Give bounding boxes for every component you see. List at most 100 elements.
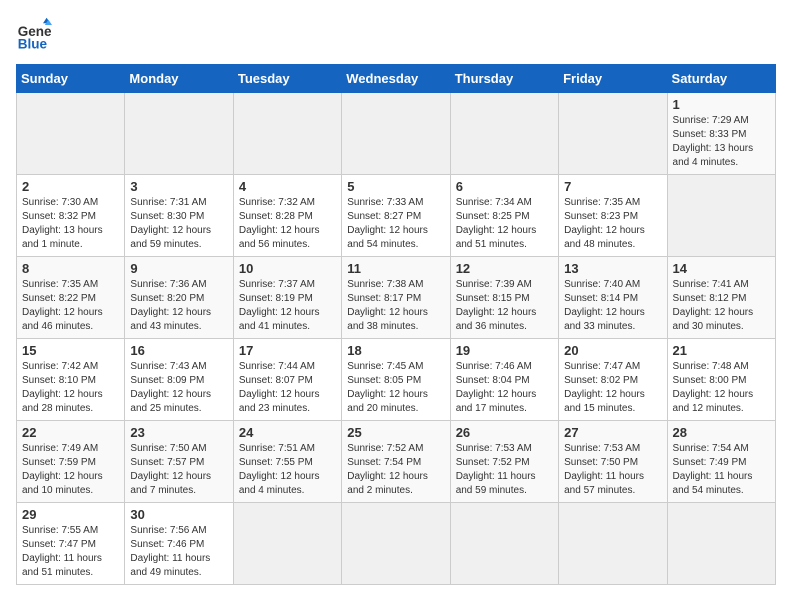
- day-detail: Sunrise: 7:52 AM Sunset: 7:54 PM Dayligh…: [347, 442, 444, 498]
- calendar-cell: 17Sunrise: 7:44 AM Sunset: 8:07 PM Dayli…: [233, 339, 341, 421]
- calendar-cell: 29 Sunrise: 7:55 AM Sunset: 7:47 PM Dayli…: [17, 503, 125, 585]
- svg-text:Blue: Blue: [18, 36, 48, 51]
- day-number: 26: [456, 425, 553, 440]
- day-number: 12: [456, 261, 553, 276]
- calendar-cell: [233, 93, 341, 175]
- day-detail: Sunrise: 7:30 AM Sunset: 8:32 PM Dayligh…: [22, 196, 119, 252]
- calendar-header: SundayMondayTuesdayWednesdayThursdayFrid…: [17, 65, 776, 93]
- day-number: 22: [22, 425, 119, 440]
- day-number: 29: [22, 507, 119, 522]
- day-number: 20: [564, 343, 661, 358]
- calendar-cell: [342, 503, 450, 585]
- day-detail: Sunrise: 7:36 AM Sunset: 8:20 PM Dayligh…: [130, 278, 227, 334]
- calendar-cell: [125, 93, 233, 175]
- day-number: 21: [673, 343, 770, 358]
- calendar-cell: 2 Sunrise: 7:30 AM Sunset: 8:32 PM Daylig…: [17, 175, 125, 257]
- calendar-cell: 23 Sunrise: 7:50 AM Sunset: 7:57 PM Dayli…: [125, 421, 233, 503]
- day-detail: Sunrise: 7:32 AM Sunset: 8:28 PM Dayligh…: [239, 196, 336, 252]
- day-number: 5: [347, 179, 444, 194]
- calendar-cell: 14Sunrise: 7:41 AM Sunset: 8:12 PM Dayli…: [667, 257, 775, 339]
- day-detail: Sunrise: 7:56 AM Sunset: 7:46 PM Dayligh…: [130, 524, 227, 580]
- day-number: 30: [130, 507, 227, 522]
- calendar-cell: 26 Sunrise: 7:53 AM Sunset: 7:52 PM Dayli…: [450, 421, 558, 503]
- col-header-saturday: Saturday: [667, 65, 775, 93]
- calendar-cell: [17, 93, 125, 175]
- day-number: 2: [22, 179, 119, 194]
- day-detail: Sunrise: 7:48 AM Sunset: 8:00 PM Dayligh…: [673, 360, 770, 416]
- calendar-cell: 10 Sunrise: 7:37 AM Sunset: 8:19 PM Dayli…: [233, 257, 341, 339]
- calendar-cell: [450, 93, 558, 175]
- day-detail: Sunrise: 7:33 AM Sunset: 8:27 PM Dayligh…: [347, 196, 444, 252]
- calendar-cell: 30 Sunrise: 7:56 AM Sunset: 7:46 PM Dayli…: [125, 503, 233, 585]
- calendar-cell: 6Sunrise: 7:34 AM Sunset: 8:25 PM Daylig…: [450, 175, 558, 257]
- calendar-cell: 24 Sunrise: 7:51 AM Sunset: 7:55 PM Dayli…: [233, 421, 341, 503]
- calendar-cell: 25 Sunrise: 7:52 AM Sunset: 7:54 PM Dayli…: [342, 421, 450, 503]
- day-detail: Sunrise: 7:39 AM Sunset: 8:15 PM Dayligh…: [456, 278, 553, 334]
- calendar-cell: [667, 503, 775, 585]
- day-detail: Sunrise: 7:53 AM Sunset: 7:50 PM Dayligh…: [564, 442, 661, 498]
- calendar-cell: 9 Sunrise: 7:36 AM Sunset: 8:20 PM Daylig…: [125, 257, 233, 339]
- col-header-monday: Monday: [125, 65, 233, 93]
- calendar-week-5: 29 Sunrise: 7:55 AM Sunset: 7:47 PM Dayli…: [17, 503, 776, 585]
- calendar-week-1: 2 Sunrise: 7:30 AM Sunset: 8:32 PM Daylig…: [17, 175, 776, 257]
- calendar-cell: [233, 503, 341, 585]
- calendar-cell: 13Sunrise: 7:40 AM Sunset: 8:14 PM Dayli…: [559, 257, 667, 339]
- day-number: 6: [456, 179, 553, 194]
- calendar-cell: 18 Sunrise: 7:45 AM Sunset: 8:05 PM Dayli…: [342, 339, 450, 421]
- calendar-cell: 20Sunrise: 7:47 AM Sunset: 8:02 PM Dayli…: [559, 339, 667, 421]
- calendar-cell: [667, 175, 775, 257]
- logo-icon: General Blue: [16, 16, 52, 52]
- calendar-cell: 7Sunrise: 7:35 AM Sunset: 8:23 PM Daylig…: [559, 175, 667, 257]
- day-detail: Sunrise: 7:53 AM Sunset: 7:52 PM Dayligh…: [456, 442, 553, 498]
- calendar-cell: 5 Sunrise: 7:33 AM Sunset: 8:27 PM Daylig…: [342, 175, 450, 257]
- day-detail: Sunrise: 7:43 AM Sunset: 8:09 PM Dayligh…: [130, 360, 227, 416]
- calendar-week-2: 8 Sunrise: 7:35 AM Sunset: 8:22 PM Daylig…: [17, 257, 776, 339]
- day-number: 24: [239, 425, 336, 440]
- day-detail: Sunrise: 7:42 AM Sunset: 8:10 PM Dayligh…: [22, 360, 119, 416]
- day-number: 27: [564, 425, 661, 440]
- col-header-tuesday: Tuesday: [233, 65, 341, 93]
- calendar-body: 1Sunrise: 7:29 AM Sunset: 8:33 PM Daylig…: [17, 93, 776, 585]
- calendar-cell: 11 Sunrise: 7:38 AM Sunset: 8:17 PM Dayli…: [342, 257, 450, 339]
- calendar-cell: [450, 503, 558, 585]
- day-number: 1: [673, 97, 770, 112]
- day-number: 18: [347, 343, 444, 358]
- day-detail: Sunrise: 7:44 AM Sunset: 8:07 PM Dayligh…: [239, 360, 336, 416]
- calendar-cell: [342, 93, 450, 175]
- calendar-cell: [559, 503, 667, 585]
- col-header-sunday: Sunday: [17, 65, 125, 93]
- day-detail: Sunrise: 7:35 AM Sunset: 8:22 PM Dayligh…: [22, 278, 119, 334]
- calendar-cell: 3 Sunrise: 7:31 AM Sunset: 8:30 PM Daylig…: [125, 175, 233, 257]
- calendar-week-4: 22Sunrise: 7:49 AM Sunset: 7:59 PM Dayli…: [17, 421, 776, 503]
- calendar-week-0: 1Sunrise: 7:29 AM Sunset: 8:33 PM Daylig…: [17, 93, 776, 175]
- day-number: 9: [130, 261, 227, 276]
- day-number: 15: [22, 343, 119, 358]
- day-detail: Sunrise: 7:37 AM Sunset: 8:19 PM Dayligh…: [239, 278, 336, 334]
- day-detail: Sunrise: 7:35 AM Sunset: 8:23 PM Dayligh…: [564, 196, 661, 252]
- day-number: 16: [130, 343, 227, 358]
- calendar-table: SundayMondayTuesdayWednesdayThursdayFrid…: [16, 64, 776, 585]
- col-header-wednesday: Wednesday: [342, 65, 450, 93]
- day-detail: Sunrise: 7:55 AM Sunset: 7:47 PM Dayligh…: [22, 524, 119, 580]
- day-detail: Sunrise: 7:45 AM Sunset: 8:05 PM Dayligh…: [347, 360, 444, 416]
- calendar-cell: 21 Sunrise: 7:48 AM Sunset: 8:00 PM Dayli…: [667, 339, 775, 421]
- day-number: 25: [347, 425, 444, 440]
- day-number: 19: [456, 343, 553, 358]
- day-number: 13: [564, 261, 661, 276]
- day-number: 8: [22, 261, 119, 276]
- day-detail: Sunrise: 7:31 AM Sunset: 8:30 PM Dayligh…: [130, 196, 227, 252]
- day-number: 14: [673, 261, 770, 276]
- day-number: 10: [239, 261, 336, 276]
- day-detail: Sunrise: 7:50 AM Sunset: 7:57 PM Dayligh…: [130, 442, 227, 498]
- day-number: 28: [673, 425, 770, 440]
- day-detail: Sunrise: 7:46 AM Sunset: 8:04 PM Dayligh…: [456, 360, 553, 416]
- day-number: 3: [130, 179, 227, 194]
- day-number: 23: [130, 425, 227, 440]
- calendar-cell: 27 Sunrise: 7:53 AM Sunset: 7:50 PM Dayli…: [559, 421, 667, 503]
- page-header: General Blue: [16, 16, 776, 52]
- day-detail: Sunrise: 7:38 AM Sunset: 8:17 PM Dayligh…: [347, 278, 444, 334]
- day-number: 11: [347, 261, 444, 276]
- day-detail: Sunrise: 7:51 AM Sunset: 7:55 PM Dayligh…: [239, 442, 336, 498]
- calendar-cell: [559, 93, 667, 175]
- calendar-cell: 28Sunrise: 7:54 AM Sunset: 7:49 PM Dayli…: [667, 421, 775, 503]
